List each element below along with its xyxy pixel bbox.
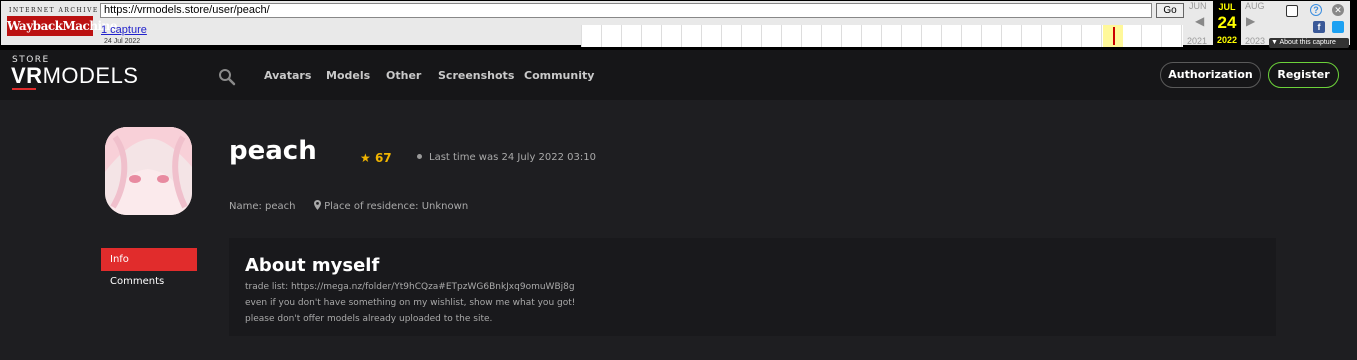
about-capture-button[interactable]: ▼ About this capture	[1269, 38, 1349, 48]
wayback-cur-year: 2022	[1216, 35, 1238, 45]
search-icon[interactable]	[218, 68, 236, 86]
sparkline-month-cell	[662, 25, 682, 47]
sparkline-month-cell	[902, 25, 922, 47]
facebook-icon[interactable]: f	[1313, 21, 1325, 33]
wayback-logo-top: INTERNET ARCHIVE	[9, 7, 99, 14]
sparkline-month-cell	[962, 25, 982, 47]
star-icon: ★	[360, 151, 371, 165]
sparkline-month-cell	[582, 25, 602, 47]
wayback-cur-day: 24	[1217, 13, 1237, 32]
wayback-prev-month[interactable]: JUN	[1189, 1, 1207, 11]
sparkline-month-cell	[862, 25, 882, 47]
avatar	[105, 127, 192, 215]
profile-name-line: Name: peach	[229, 201, 296, 212]
sparkline-month-cell	[642, 25, 662, 47]
authorization-button[interactable]: Authorization	[1160, 62, 1261, 88]
prev-arrow-icon[interactable]: ◀	[1195, 14, 1204, 28]
sparkline-month-cell	[602, 25, 622, 47]
profile-last-seen: Last time was 24 July 2022 03:10	[417, 152, 596, 163]
wayback-logo[interactable]: INTERNET ARCHIVE WaybackMachine	[7, 4, 117, 38]
sparkline-month-cell	[622, 25, 642, 47]
tab-comments[interactable]: Comments	[110, 276, 164, 287]
window-icon[interactable]	[1286, 5, 1298, 17]
profile-meta: Name: peach Place of residence: Unknown	[229, 200, 468, 212]
wayback-toolbar: INTERNET ARCHIVE WaybackMachine https://…	[0, 0, 1357, 50]
sparkline-month-cell	[1002, 25, 1022, 47]
sparkline-month-cell	[1162, 25, 1182, 47]
about-line-no-uploaded: please don't offer models already upload…	[245, 314, 493, 324]
sparkline-capture-tick[interactable]	[1113, 27, 1115, 45]
close-icon[interactable]: ✕	[1332, 4, 1344, 16]
wayback-cur-month: JUL	[1218, 2, 1236, 12]
wayback-sparkline[interactable]	[581, 25, 1183, 47]
about-line-trade-list: trade list: https://mega.nz/folder/Yt9hC…	[245, 282, 575, 292]
sparkline-month-cell	[1022, 25, 1042, 47]
sparkline-month-cell	[922, 25, 942, 47]
sparkline-month-cell	[822, 25, 842, 47]
last-seen-text: Last time was 24 July 2022 03:10	[429, 152, 596, 163]
sparkline-month-cell	[782, 25, 802, 47]
avatar-image	[105, 127, 192, 215]
about-title: About myself	[245, 255, 380, 276]
twitter-icon[interactable]	[1332, 21, 1344, 33]
rating-value: 67	[374, 151, 392, 165]
sparkline-month-cell	[742, 25, 762, 47]
wayback-capture-date: 24 Jul 2022	[104, 38, 141, 45]
nav-community[interactable]: Community	[524, 69, 594, 82]
about-line-wishlist: even if you don't have something on my w…	[245, 298, 576, 308]
nav-avatars[interactable]: Avatars	[264, 69, 311, 82]
site-logo[interactable]: VRMODELS	[11, 63, 138, 89]
wayback-go-button[interactable]: Go	[1156, 3, 1184, 18]
sparkline-month-cell	[682, 25, 702, 47]
sparkline-month-cell	[982, 25, 1002, 47]
sparkline-month-cell	[1122, 25, 1142, 47]
nav-other[interactable]: Other	[386, 69, 421, 82]
wayback-logo-main: WaybackMachine	[7, 16, 117, 36]
about-panel: About myself trade list: https://mega.nz…	[229, 238, 1276, 336]
help-icon[interactable]: ?	[1310, 4, 1322, 16]
logo-accent-bar	[12, 88, 36, 90]
sparkline-month-cell	[842, 25, 862, 47]
wayback-current-date: JUL 24 2022	[1213, 1, 1241, 47]
wayback-prev-year[interactable]: 2021	[1187, 36, 1207, 46]
logo-models-text: MODELS	[42, 63, 139, 88]
sparkline-month-cell	[882, 25, 902, 47]
profile-username: peach	[229, 136, 317, 166]
register-button[interactable]: Register	[1268, 62, 1339, 88]
profile-residence: Place of residence: Unknown	[324, 201, 469, 212]
status-dot-icon	[417, 153, 422, 159]
sparkline-month-cell	[942, 25, 962, 47]
sparkline-month-cell	[802, 25, 822, 47]
tab-info[interactable]: Info	[101, 248, 197, 271]
logo-vr-text: VR	[11, 63, 43, 88]
sparkline-month-cell	[1142, 25, 1162, 47]
wayback-captures-link[interactable]: 1 capture	[101, 24, 147, 36]
nav-models[interactable]: Models	[326, 69, 370, 82]
sparkline-month-cell	[1042, 25, 1062, 47]
site-header	[0, 50, 1357, 100]
wayback-next-year[interactable]: 2023	[1245, 36, 1265, 46]
next-arrow-icon[interactable]: ▶	[1246, 14, 1255, 28]
sparkline-month-cell	[702, 25, 722, 47]
location-pin-icon	[313, 200, 321, 210]
sparkline-month-cell	[1062, 25, 1082, 47]
sparkline-month-cell	[762, 25, 782, 47]
wayback-panel: INTERNET ARCHIVE WaybackMachine https://…	[0, 0, 1351, 48]
profile-rating: ★ 67	[360, 151, 392, 165]
sparkline-month-cell	[1082, 25, 1102, 47]
wayback-url-input[interactable]: https://vrmodels.store/user/peach/	[100, 3, 1152, 18]
nav-screenshots[interactable]: Screenshots	[438, 69, 514, 82]
wayback-next-month[interactable]: AUG	[1245, 1, 1265, 11]
sparkline-month-cell	[722, 25, 742, 47]
